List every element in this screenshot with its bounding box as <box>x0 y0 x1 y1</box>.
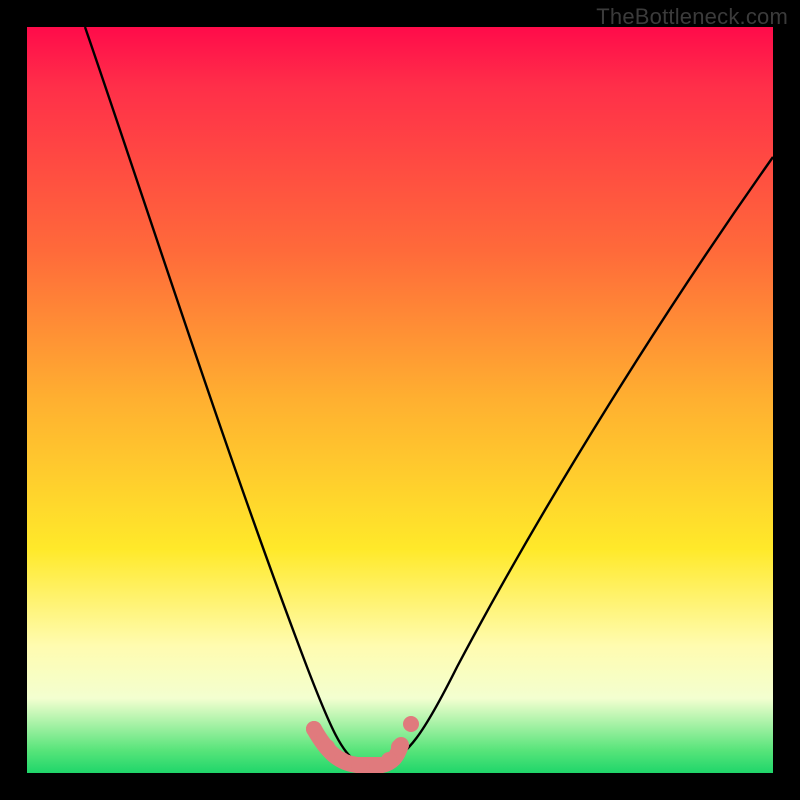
marker-dots <box>306 716 419 773</box>
chart-frame: TheBottleneck.com <box>0 0 800 800</box>
bottleneck-curve <box>85 27 773 762</box>
bottleneck-curve-svg <box>27 27 773 773</box>
watermark-text: TheBottleneck.com <box>596 4 788 30</box>
